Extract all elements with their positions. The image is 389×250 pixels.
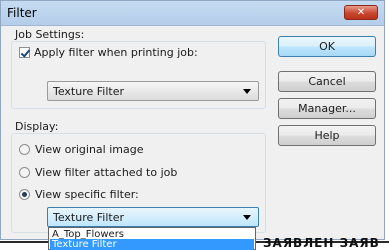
apply-filter-checkbox[interactable] bbox=[19, 47, 30, 58]
job-filter-select-value: Texture Filter bbox=[53, 85, 125, 98]
apply-filter-label: Apply filter when printing job: bbox=[34, 46, 198, 59]
radio-view-original[interactable]: View original image bbox=[19, 143, 143, 156]
close-icon: ✕ bbox=[356, 7, 366, 18]
specific-filter-select-value: Texture Filter bbox=[53, 211, 125, 224]
dialog-title: Filter bbox=[7, 6, 37, 20]
display-label: Display: bbox=[15, 120, 59, 133]
radio-view-original-label: View original image bbox=[35, 143, 144, 156]
cancel-button[interactable]: Cancel bbox=[278, 71, 376, 92]
chevron-down-icon bbox=[243, 215, 251, 220]
radio-view-attached-label: View filter attached to job bbox=[35, 166, 178, 179]
radio-view-specific-button[interactable] bbox=[19, 189, 30, 200]
manager-button[interactable]: Manager... bbox=[278, 98, 376, 119]
ok-button[interactable]: OK bbox=[278, 36, 376, 57]
help-button[interactable]: Help bbox=[278, 125, 376, 146]
background-text: ЗАЯВЛЕН ЗАЯВ bbox=[263, 236, 380, 250]
chevron-down-icon bbox=[243, 89, 251, 94]
dropdown-option-texture-filter[interactable]: Texture Filter bbox=[50, 239, 254, 250]
apply-filter-row[interactable]: Apply filter when printing job: bbox=[19, 46, 198, 59]
radio-view-attached[interactable]: View filter attached to job bbox=[19, 166, 177, 179]
job-filter-select[interactable]: Texture Filter bbox=[47, 81, 259, 101]
job-settings-label: Job Settings: bbox=[15, 28, 85, 41]
specific-filter-select[interactable]: Texture Filter bbox=[47, 207, 259, 227]
radio-view-attached-button[interactable] bbox=[19, 167, 30, 178]
radio-view-specific-label: View specific filter: bbox=[35, 188, 139, 201]
radio-view-specific[interactable]: View specific filter: bbox=[19, 188, 139, 201]
filter-dialog: Filter ✕ Job Settings: Apply filter when… bbox=[0, 0, 385, 240]
filter-dropdown-list[interactable]: A_Top_Flowers Texture Filter bbox=[48, 227, 256, 250]
radio-view-original-button[interactable] bbox=[19, 144, 30, 155]
title-bar[interactable]: Filter ✕ bbox=[1, 1, 384, 26]
close-button[interactable]: ✕ bbox=[344, 5, 378, 20]
